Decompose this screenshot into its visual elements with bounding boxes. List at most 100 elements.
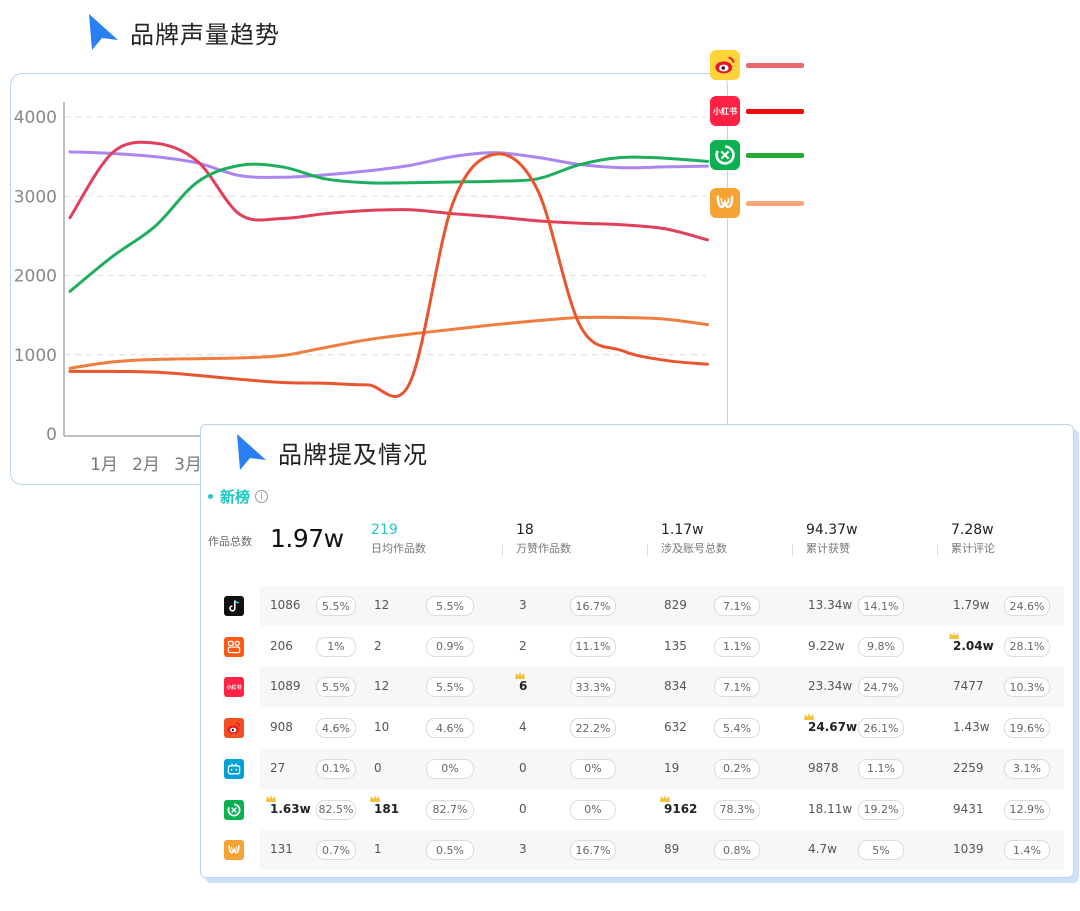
metric-value: 219	[371, 522, 398, 538]
metric-value: 18	[516, 522, 534, 538]
total-works-label: 作品总数	[208, 535, 252, 548]
table-cell-percent: 12.9%	[1004, 799, 1050, 820]
table-cell-value: 2	[374, 638, 382, 653]
bilibili-icon	[224, 758, 244, 779]
summary-metric: 1.17w 涉及账号总数	[647, 522, 727, 556]
table-cell-percent: 7.1%	[714, 677, 760, 698]
badge-dot	[208, 494, 213, 499]
arrow-icon	[237, 434, 266, 470]
crown-icon	[660, 794, 670, 802]
mention-title-text: 品牌提及情况	[278, 440, 428, 469]
kuaishou-like-icon	[710, 188, 740, 218]
metric-label: 累计评论	[951, 542, 995, 555]
table-cell-percent: 24.6%	[1004, 596, 1050, 616]
metric-separator	[792, 544, 793, 556]
table-cell-value: 1086	[270, 598, 301, 612]
table-cell-percent: 5.5%	[316, 677, 356, 698]
legend-item[interactable]	[710, 50, 804, 80]
platform-cell	[216, 586, 260, 626]
legend-item[interactable]	[710, 140, 804, 170]
y-tick-label: 3000	[14, 187, 57, 207]
metric-value: 94.37w	[806, 522, 858, 538]
table-cell-value: 0	[519, 801, 527, 816]
crown-icon	[515, 672, 525, 680]
table-cell-value: 0	[374, 760, 382, 775]
table-cell-percent: 7.1%	[714, 596, 760, 616]
table-cell-value: 12	[374, 598, 390, 612]
table-cell-value: 7477	[953, 679, 984, 694]
table-cell-value: 2.04w	[949, 631, 994, 653]
crown-icon	[949, 631, 959, 639]
x-tick-label: 3月	[174, 455, 202, 475]
table-cell-value: 6	[515, 672, 527, 693]
table-row: 1086 5.5% 12 5.5% 3 16.7% 829 7.1% 13.34w 14.1% 1.…	[216, 586, 1064, 626]
table-cell-value: 3	[519, 598, 527, 612]
table-cell-value: 908	[270, 720, 293, 735]
table-cell-value: 4	[519, 720, 527, 735]
platform-cell: 小红书	[216, 667, 260, 708]
x-tick-label: 2月	[132, 455, 160, 475]
legend-item[interactable]: 小红书	[710, 96, 804, 126]
platform-cell	[216, 748, 260, 789]
metric-label: 涉及账号总数	[661, 542, 727, 555]
table-cell-percent: 0.2%	[714, 758, 760, 779]
table-cell-percent: 28.1%	[1004, 636, 1050, 657]
table-cell-value: 829	[664, 598, 687, 612]
legend-item[interactable]	[710, 188, 804, 218]
table-row: 27 0.1% 0 0% 0 0% 19 0.2% 9878 1.1% 2259 3.1%	[216, 748, 1064, 789]
table-cell-value: 10	[374, 720, 390, 735]
table-cell-value: 632	[664, 720, 687, 735]
table-cell-percent: 5.5%	[316, 596, 356, 616]
douyin-icon	[224, 596, 244, 616]
table-cell-percent: 33.3%	[570, 677, 616, 698]
table-cell-percent: 26.1%	[858, 718, 904, 739]
table-cell-percent: 3.1%	[1004, 758, 1050, 779]
table-cell-percent: 0.9%	[426, 636, 474, 657]
table-cell-percent: 1.4%	[1004, 840, 1050, 861]
table-cell-value: 23.34w	[808, 679, 853, 694]
table-cell-value: 135	[664, 638, 687, 653]
table-cell-value: 1.79w	[953, 598, 990, 612]
table-cell-percent: 0.8%	[714, 840, 760, 861]
table-cell-percent: 5.4%	[714, 718, 760, 739]
table-cell-percent: 0.1%	[316, 758, 356, 779]
newbang-badge: 新榜 i	[208, 486, 269, 507]
table-cell-value: 19	[664, 760, 680, 775]
wechat-channels-icon	[710, 140, 740, 170]
table-cell-value: 9162	[660, 794, 697, 816]
other-icon	[224, 840, 244, 861]
weibo-icon	[710, 50, 740, 80]
metric-value: 7.28w	[951, 522, 994, 538]
table-row: 1.63w 82.5% 181 82.7% 0 0% 9162 78.3% 18.11w 19.2…	[216, 789, 1064, 830]
crown-icon	[804, 713, 814, 721]
platform-cell	[216, 830, 260, 871]
table-cell-value: 18.11w	[808, 801, 853, 816]
table-row: 908 4.6% 10 4.6% 4 22.2% 632 5.4% 24.67w 26.1% 1.4…	[216, 708, 1064, 749]
y-tick-label: 4000	[14, 108, 57, 128]
table-cell-percent: 0.7%	[316, 840, 356, 861]
table-cell-percent: 5%	[858, 840, 904, 861]
table-cell-value: 89	[664, 842, 680, 857]
x-tick-label: 1月	[90, 455, 118, 475]
crown-icon	[266, 794, 276, 802]
table-cell-value: 181	[370, 794, 399, 816]
metric-label: 万赞作品数	[516, 542, 571, 555]
table-cell-percent: 0%	[570, 799, 616, 820]
table-cell-percent: 16.7%	[570, 596, 616, 616]
platform-cell	[216, 789, 260, 830]
info-icon[interactable]: i	[255, 490, 269, 503]
table-cell-value: 2259	[953, 760, 984, 775]
table-row: 小红书 1089 5.5% 12 5.5% 6 33.3% 834 7.1% 23.34w 24.7…	[216, 667, 1064, 708]
table-cell-percent: 9.8%	[858, 636, 904, 657]
metric-label: 日均作品数	[371, 542, 426, 555]
table-cell-value: 12	[374, 679, 390, 694]
legend-line	[746, 108, 804, 114]
table-cell-percent: 78.3%	[714, 799, 760, 820]
table-cell-value: 1.63w	[266, 794, 311, 816]
badge-label: 新榜	[220, 488, 251, 506]
table-cell-percent: 0.5%	[426, 840, 474, 861]
table-cell-value: 1.43w	[953, 720, 990, 735]
weibo-icon	[224, 718, 244, 739]
table-cell-value: 13.34w	[808, 598, 853, 612]
table-cell-percent: 5.5%	[426, 677, 474, 698]
